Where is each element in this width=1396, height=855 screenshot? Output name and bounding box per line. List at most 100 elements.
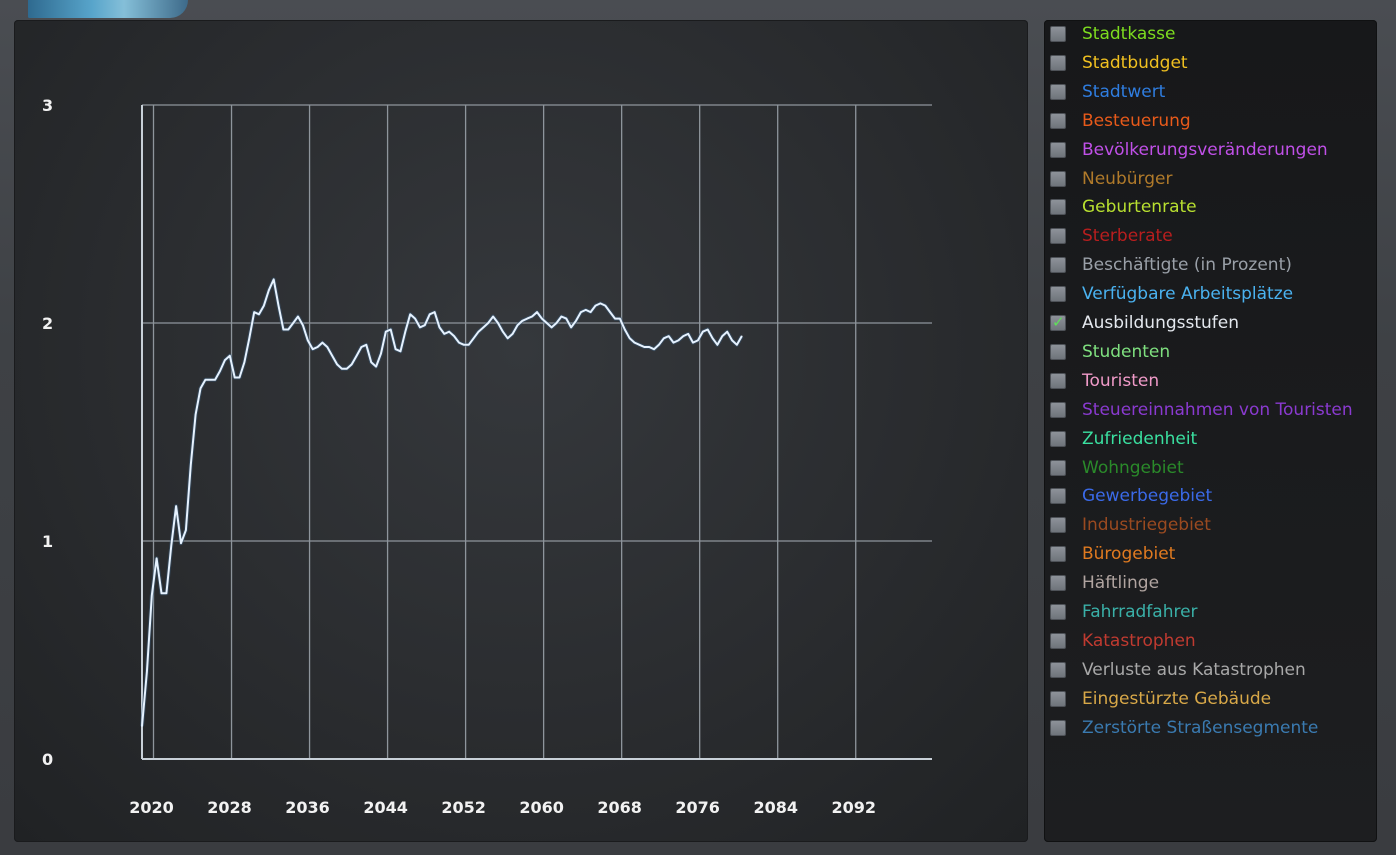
data-point	[541, 318, 543, 320]
legend-checkbox[interactable]	[1050, 690, 1066, 707]
legend-item[interactable]: Häftlinge	[1044, 570, 1377, 594]
legend-label: Studenten	[1082, 341, 1171, 362]
data-point	[653, 348, 655, 350]
data-point	[185, 529, 187, 531]
legend-checkbox[interactable]	[1050, 257, 1066, 274]
legend-checkbox[interactable]	[1050, 719, 1066, 736]
legend-label: Stadtbudget	[1082, 52, 1188, 73]
legend-checkbox[interactable]	[1050, 546, 1066, 563]
legend-item[interactable]: Besteuerung	[1044, 108, 1377, 132]
legend-item[interactable]: Zerstörte Straßensegmente	[1044, 715, 1377, 739]
legend-label: Sterberate	[1082, 226, 1173, 247]
data-point	[365, 344, 367, 346]
legend-checkbox[interactable]	[1050, 343, 1066, 360]
data-point	[399, 350, 402, 352]
x-tick-label: 2036	[285, 798, 330, 817]
legend-label: Touristen	[1082, 370, 1160, 391]
legend-item[interactable]: Verluste aus Katastrophen	[1044, 657, 1377, 681]
legend-item[interactable]: Zufriedenheit	[1044, 426, 1377, 450]
data-point	[141, 725, 143, 727]
legend-item[interactable]: Gewerbegebiet	[1044, 483, 1377, 507]
legend-checkbox[interactable]	[1050, 170, 1066, 187]
legend-checkbox[interactable]	[1050, 372, 1066, 389]
data-point	[414, 318, 416, 320]
legend-item[interactable]: Touristen	[1044, 368, 1377, 392]
legend-item[interactable]: Beschäftigte (in Prozent)	[1044, 252, 1377, 276]
legend-checkbox[interactable]	[1050, 228, 1066, 245]
legend-label: Beschäftigte (in Prozent)	[1082, 255, 1292, 276]
data-point	[434, 311, 436, 313]
data-point	[692, 342, 694, 344]
data-point	[390, 328, 392, 331]
legend-item[interactable]: Stadtkasse	[1044, 21, 1377, 45]
legend-checkbox[interactable]	[1050, 54, 1066, 71]
legend-label: Fahrradfahrer	[1082, 602, 1198, 622]
app-corner-artwork	[28, 0, 188, 18]
legend-item[interactable]: Stadtbudget	[1044, 50, 1377, 74]
data-point	[146, 671, 148, 673]
legend-item[interactable]: Stadtwert	[1044, 79, 1377, 103]
legend-label: Katastrophen	[1082, 630, 1196, 651]
chart-panel: 0 1 2 3 2020 2028 2036 2044 2052 2060 2068 2076 2084…	[14, 20, 1028, 842]
legend-checkbox[interactable]: ✓	[1050, 313, 1066, 331]
data-point	[190, 464, 192, 466]
legend-checkbox[interactable]	[1050, 632, 1066, 649]
legend-checkbox[interactable]	[1050, 517, 1066, 534]
data-point	[429, 313, 431, 315]
legend-checkbox[interactable]	[1050, 112, 1066, 129]
legend-item[interactable]: Bürogebiet	[1044, 541, 1377, 565]
legend-item[interactable]: Geburtenrate	[1044, 194, 1377, 218]
data-point	[677, 339, 680, 341]
legend-checkbox[interactable]	[1050, 575, 1066, 592]
data-point	[721, 335, 723, 337]
legend-item[interactable]: Studenten	[1044, 339, 1377, 363]
data-point	[575, 320, 577, 322]
data-point	[180, 542, 182, 544]
data-point	[273, 278, 275, 280]
legend-item[interactable]: Steuereinnahmen von Touristen	[1044, 397, 1377, 421]
legend-checkbox[interactable]	[1050, 83, 1066, 100]
legend-label: Bevölkerungsveränderungen	[1082, 139, 1328, 160]
data-point	[668, 335, 670, 337]
legend-item[interactable]: Wohngebiet	[1044, 455, 1377, 479]
data-point	[199, 387, 202, 389]
legend-label: Stadtwert	[1082, 81, 1166, 102]
legend-item[interactable]: Bevölkerungsveränderungen	[1044, 137, 1377, 161]
data-point	[546, 322, 548, 324]
legend-label: Bürogebiet	[1082, 544, 1176, 565]
data-point	[526, 318, 528, 320]
legend-item[interactable]: Katastrophen	[1044, 628, 1377, 652]
data-point	[741, 335, 743, 337]
legend-checkbox[interactable]	[1050, 488, 1066, 505]
legend-item[interactable]: Sterberate	[1044, 223, 1377, 247]
legend-item[interactable]: Eingestürzte Gebäude	[1044, 686, 1377, 710]
legend-checkbox[interactable]	[1050, 430, 1066, 447]
data-point	[531, 315, 533, 318]
data-point	[468, 344, 470, 346]
legend-item[interactable]: Verfügbare Arbeitsplätze	[1044, 281, 1377, 305]
legend-item[interactable]: Fahrradfahrer	[1044, 599, 1377, 623]
data-point	[599, 302, 602, 304]
x-tick-label: 2044	[363, 798, 408, 817]
x-tick-label: 2028	[207, 798, 252, 817]
legend-checkbox[interactable]	[1050, 459, 1066, 476]
x-tick-label: 2084	[753, 798, 798, 817]
legend-item[interactable]: Industriegebiet	[1044, 512, 1377, 536]
legend-checkbox[interactable]	[1050, 401, 1066, 418]
legend-checkbox[interactable]	[1050, 604, 1066, 620]
data-point	[219, 370, 221, 372]
data-point	[458, 342, 460, 344]
legend-item[interactable]: Neubürger	[1044, 166, 1377, 190]
legend-label: Stadtkasse	[1082, 24, 1176, 44]
legend-checkbox[interactable]	[1050, 661, 1066, 678]
legend-checkbox[interactable]	[1050, 199, 1066, 216]
data-point	[307, 339, 309, 341]
data-point	[370, 361, 372, 363]
data-point	[263, 305, 265, 307]
data-point	[331, 355, 333, 357]
legend-checkbox[interactable]	[1050, 26, 1066, 42]
legend-checkbox[interactable]	[1050, 141, 1066, 158]
legend-item[interactable]: ✓ Ausbildungsstufen	[1044, 310, 1377, 334]
data-point	[160, 592, 163, 594]
legend-checkbox[interactable]	[1050, 286, 1066, 303]
